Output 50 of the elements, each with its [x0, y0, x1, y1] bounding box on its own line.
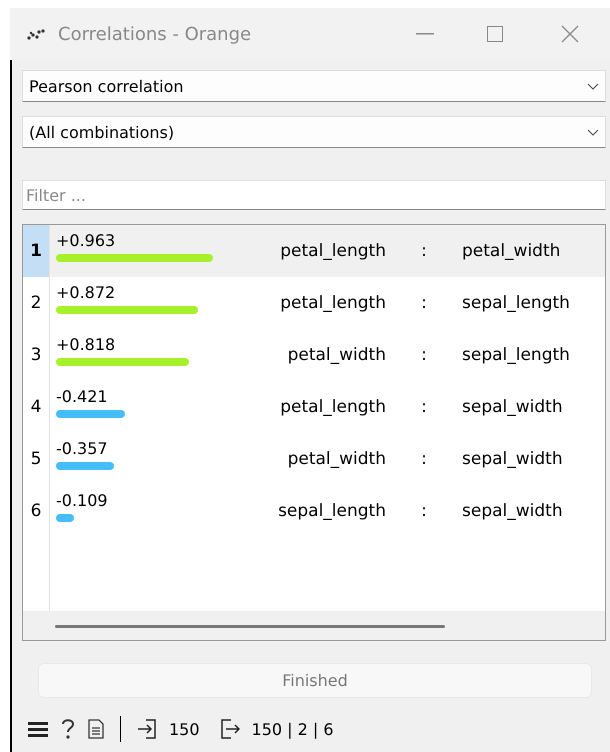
app-logo-icon — [26, 28, 46, 40]
output-summary: 150 | 2 | 6 — [252, 720, 334, 738]
correlation-type-dropdown[interactable]: Pearson correlation — [22, 70, 606, 102]
input-count: 150 — [169, 720, 200, 738]
filter-field[interactable]: Filter ... — [22, 180, 606, 210]
feature-name: petal_length — [279, 241, 386, 261]
separator-text: : — [420, 501, 428, 521]
correlation-value: -0.109 — [56, 491, 109, 510]
close-icon[interactable] — [561, 25, 579, 43]
feature-name: petal_length — [279, 293, 386, 313]
feature-name: petal_width — [286, 345, 386, 365]
feature-name: petal_length — [279, 397, 386, 417]
table-row[interactable]: -0.421 petal_length : sepal_width — [50, 381, 605, 433]
table-row[interactable]: +0.872 petal_length : sepal_length — [50, 277, 605, 329]
correlation-value: -0.357 — [56, 439, 109, 458]
document-icon[interactable] — [88, 719, 104, 739]
help-icon[interactable] — [60, 718, 76, 740]
chevron-down-icon — [587, 82, 599, 90]
window-title: Correlations - Orange — [58, 24, 252, 44]
table-row[interactable]: -0.357 petal_width : sepal_width — [50, 433, 605, 485]
feature-name: petal_width — [286, 449, 386, 469]
chevron-down-icon — [587, 128, 599, 136]
feature-name: sepal_length — [462, 345, 570, 365]
table-row[interactable]: -0.109 sepal_length : sepal_width — [50, 485, 605, 537]
status-button[interactable]: Finished — [38, 663, 592, 698]
feature-name: sepal_width — [462, 449, 563, 469]
feature-name: petal_width — [462, 241, 560, 261]
correlation-value: +0.963 — [56, 231, 116, 250]
correlation-value: +0.818 — [56, 335, 116, 354]
separator-text: : — [420, 293, 428, 313]
separator-text: : — [420, 397, 428, 417]
correlation-value: +0.872 — [56, 283, 116, 302]
output-icon — [220, 719, 240, 739]
menu-icon[interactable] — [28, 721, 48, 737]
feature-name: sepal_length — [462, 293, 570, 313]
minimize-icon[interactable] — [416, 33, 434, 35]
separator-text: : — [420, 241, 428, 261]
maximize-icon[interactable] — [487, 26, 503, 42]
table-row[interactable]: +0.963 petal_length : petal_width — [50, 225, 605, 277]
row-number[interactable]: 1 — [23, 225, 50, 277]
separator-text: : — [420, 449, 428, 469]
table-row[interactable]: +0.818 petal_width : sepal_length — [50, 329, 605, 381]
separator-text: : — [420, 345, 428, 365]
feature-name: sepal_length — [277, 501, 386, 521]
feature-name: sepal_width — [462, 397, 563, 417]
feature-name: sepal_width — [462, 501, 563, 521]
horizontal-scrollbar[interactable] — [55, 624, 445, 628]
feature-dropdown[interactable]: (All combinations) — [22, 116, 606, 148]
correlation-value: -0.421 — [56, 387, 109, 406]
input-icon — [137, 719, 157, 739]
